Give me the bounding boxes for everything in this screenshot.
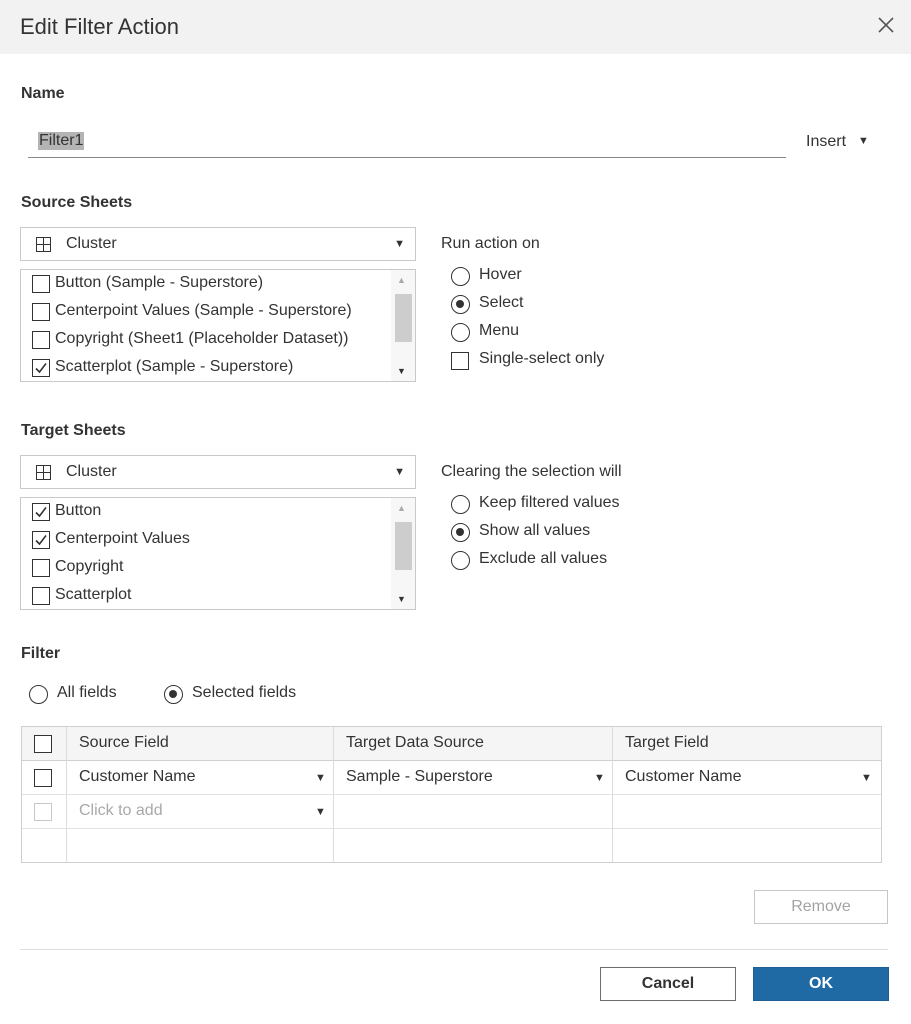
checkbox[interactable] — [32, 559, 50, 577]
checkmark-icon — [35, 507, 47, 518]
cancel-button[interactable]: Cancel — [600, 967, 736, 1001]
checkbox-checked[interactable] — [32, 503, 50, 521]
column-divider — [612, 727, 613, 862]
checkbox[interactable] — [32, 331, 50, 349]
radio-label: Show all values — [479, 522, 591, 539]
target-field-select[interactable]: Customer Name — [625, 768, 741, 786]
caret-down-icon[interactable]: ▼ — [315, 806, 326, 818]
scrollbar-thumb[interactable] — [395, 294, 412, 342]
target-sheets-label: Target Sheets — [21, 422, 126, 439]
source-sheets-label: Source Sheets — [21, 194, 133, 211]
target-sheet-label: Button — [55, 502, 102, 519]
insert-label: Insert — [806, 133, 847, 150]
column-header: Target Field — [625, 734, 709, 751]
filter-label: Filter — [21, 645, 61, 662]
scrollbar[interactable]: ▲ ▼ — [391, 498, 415, 609]
radio-label: All fields — [57, 684, 117, 701]
source-dropdown-value: Cluster — [66, 235, 117, 252]
scroll-down-icon[interactable]: ▼ — [397, 366, 406, 376]
checkbox[interactable] — [32, 275, 50, 293]
checkmark-icon — [35, 363, 47, 374]
target-sheet-label: Copyright — [55, 558, 124, 575]
radio-label: Selected fields — [192, 684, 297, 701]
dialog-titlebar: Edit Filter Action — [0, 0, 911, 54]
remove-button[interactable]: Remove — [754, 890, 888, 924]
column-divider — [333, 727, 334, 862]
dialog-title: Edit Filter Action — [20, 14, 179, 39]
radio-label: Keep filtered values — [479, 494, 620, 511]
column-header: Target Data Source — [346, 734, 484, 751]
scroll-up-icon[interactable]: ▲ — [397, 503, 406, 513]
source-sheet-label: Centerpoint Values (Sample - Superstore) — [55, 302, 352, 319]
name-input-value: Filter1 — [38, 132, 85, 150]
target-dropdown-value: Cluster — [66, 463, 117, 480]
row-checkbox — [34, 803, 52, 821]
grid-icon — [36, 237, 51, 252]
name-label: Name — [21, 85, 65, 102]
target-sheet-label: Scatterplot — [55, 586, 132, 603]
column-header: Source Field — [79, 734, 169, 751]
table-row[interactable]: Customer Name ▼ Sample - Superstore ▼ Cu… — [22, 761, 881, 795]
target-sheets-dropdown[interactable]: Cluster ▼ — [20, 455, 416, 489]
ok-button[interactable]: OK — [753, 967, 889, 1001]
column-divider — [66, 727, 67, 862]
radio-button-selected[interactable] — [451, 523, 470, 542]
close-button[interactable] — [875, 14, 897, 36]
radio-label: Menu — [479, 322, 520, 339]
filter-fields-table: Source Field Target Data Source Target F… — [21, 726, 882, 863]
source-sheet-label: Button (Sample - Superstore) — [55, 274, 264, 291]
radio-button[interactable] — [451, 323, 470, 342]
radio-button[interactable] — [451, 551, 470, 570]
scroll-up-icon[interactable]: ▲ — [397, 275, 406, 285]
add-field-placeholder[interactable]: Click to add — [79, 802, 163, 820]
radio-button[interactable] — [451, 495, 470, 514]
close-icon — [878, 17, 894, 33]
radio-label: Select — [479, 294, 524, 311]
scroll-down-icon[interactable]: ▼ — [397, 594, 406, 604]
checkbox-checked[interactable] — [32, 359, 50, 377]
target-data-source-select[interactable]: Sample - Superstore — [346, 768, 493, 786]
clearing-title: Clearing the selection will — [441, 463, 622, 480]
caret-down-icon[interactable]: ▼ — [315, 772, 326, 784]
target-sheet-label: Centerpoint Values — [55, 530, 190, 547]
checkbox-checked[interactable] — [32, 531, 50, 549]
caret-down-icon[interactable]: ▼ — [861, 772, 872, 784]
table-add-row[interactable]: Click to add ▼ — [22, 795, 881, 829]
source-sheets-list[interactable]: Button (Sample - Superstore) Centerpoint… — [20, 269, 416, 382]
source-sheets-dropdown[interactable]: Cluster ▼ — [20, 227, 416, 261]
target-sheets-list[interactable]: Button Centerpoint Values Copyright Scat… — [20, 497, 416, 610]
scrollbar-thumb[interactable] — [395, 522, 412, 570]
caret-down-icon[interactable]: ▼ — [594, 772, 605, 784]
source-field-select[interactable]: Customer Name — [79, 768, 195, 786]
row-checkbox[interactable] — [34, 769, 52, 787]
checkbox-label: Single-select only — [479, 350, 605, 367]
radio-button-selected[interactable] — [451, 295, 470, 314]
checkmark-icon — [35, 535, 47, 546]
caret-down-icon: ▼ — [394, 466, 405, 478]
checkbox[interactable] — [451, 352, 469, 370]
name-input[interactable]: Filter1 — [28, 128, 786, 158]
grid-icon — [36, 465, 51, 480]
insert-dropdown[interactable]: Insert ▼ — [806, 133, 869, 151]
checkbox[interactable] — [32, 303, 50, 321]
source-sheet-label: Copyright (Sheet1 (Placeholder Dataset)) — [55, 330, 349, 347]
source-sheet-label: Scatterplot (Sample - Superstore) — [55, 358, 294, 375]
radio-button[interactable] — [451, 267, 470, 286]
radio-button-selected[interactable] — [164, 685, 183, 704]
radio-button[interactable] — [29, 685, 48, 704]
table-empty-row — [22, 829, 881, 863]
footer-divider — [20, 949, 888, 950]
radio-label: Exclude all values — [479, 550, 608, 567]
caret-down-icon: ▼ — [394, 238, 405, 250]
scrollbar[interactable]: ▲ ▼ — [391, 270, 415, 381]
caret-down-icon: ▼ — [858, 135, 869, 147]
table-header: Source Field Target Data Source Target F… — [22, 727, 881, 761]
run-action-title: Run action on — [441, 235, 540, 252]
checkbox[interactable] — [32, 587, 50, 605]
select-all-checkbox[interactable] — [34, 735, 52, 753]
radio-label: Hover — [479, 266, 522, 283]
